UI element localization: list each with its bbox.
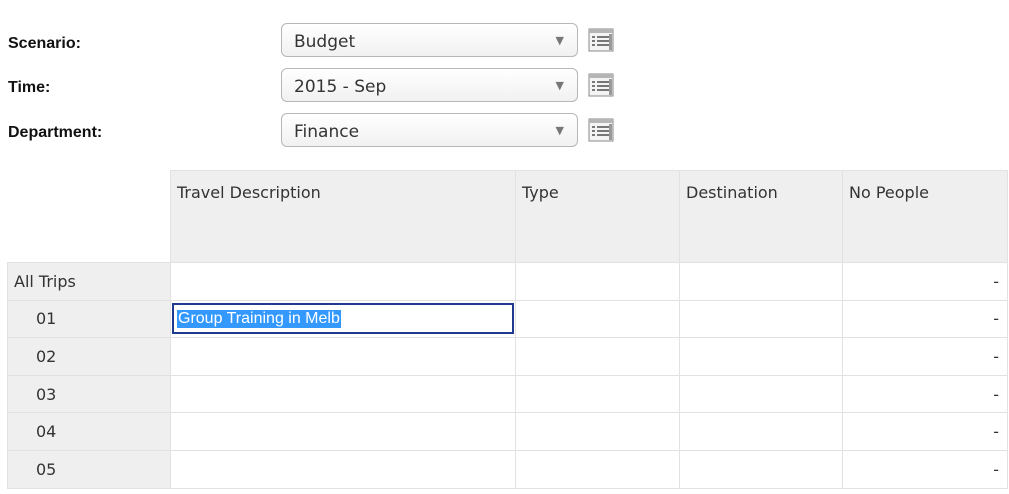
table-row: 05 - — [7, 449, 1008, 489]
selected-text: Group Training in Melb — [177, 310, 341, 329]
grid-list-icon[interactable] — [588, 118, 614, 142]
cell-travel-description[interactable] — [170, 412, 516, 451]
cell-type[interactable] — [515, 262, 680, 301]
cell-type[interactable] — [515, 374, 680, 414]
cell-destination[interactable] — [679, 299, 843, 339]
cell-destination[interactable] — [679, 449, 843, 489]
row-header: 03 — [7, 374, 171, 414]
time-filter: Time: 2015 - Sep ▼ — [0, 68, 640, 108]
row-header: 01 — [7, 299, 171, 339]
row-header: All Trips — [7, 262, 171, 301]
department-filter: Department: Finance ▼ — [0, 113, 640, 153]
cell-type[interactable] — [515, 299, 680, 339]
row-header: 05 — [7, 449, 171, 489]
table-row: 03 - — [7, 374, 1008, 414]
department-label: Department: — [8, 124, 103, 141]
cell-destination[interactable] — [679, 262, 843, 301]
column-header-travel-description[interactable]: Travel Description — [170, 170, 516, 263]
cell-no-people[interactable]: - — [842, 374, 1008, 414]
column-header-destination[interactable]: Destination — [679, 170, 843, 263]
table-header-row: Travel Description Type Destination No P… — [7, 170, 1008, 263]
table-row: 04 - — [7, 412, 1008, 451]
chevron-down-icon: ▼ — [555, 34, 564, 47]
planning-form: Scenario: Budget ▼ Time: 2015 - Sep ▼ De… — [0, 0, 1009, 494]
cell-no-people[interactable]: - — [842, 262, 1008, 301]
time-label: Time: — [8, 79, 51, 96]
grid-list-icon[interactable] — [588, 28, 614, 52]
cell-destination[interactable] — [679, 412, 843, 451]
cell-travel-description[interactable] — [170, 374, 516, 414]
chevron-down-icon: ▼ — [555, 79, 564, 92]
cell-type[interactable] — [515, 449, 680, 489]
grid-list-icon[interactable] — [588, 73, 614, 97]
cell-type[interactable] — [515, 337, 680, 376]
department-value: Finance — [294, 122, 360, 142]
cell-type[interactable] — [515, 412, 680, 451]
cell-no-people[interactable]: - — [842, 449, 1008, 489]
cell-destination[interactable] — [679, 374, 843, 414]
scenario-label: Scenario: — [8, 35, 81, 52]
cell-editor-input[interactable]: Group Training in Melb — [172, 303, 514, 335]
row-header: 04 — [7, 412, 171, 451]
time-select[interactable]: 2015 - Sep ▼ — [281, 68, 578, 102]
column-header-no-people[interactable]: No People — [842, 170, 1008, 263]
table-corner — [7, 170, 171, 263]
table-row: All Trips - — [7, 262, 1008, 301]
department-select[interactable]: Finance ▼ — [281, 113, 578, 147]
chevron-down-icon: ▼ — [555, 124, 564, 137]
row-header: 02 — [7, 337, 171, 376]
travel-table: Travel Description Type Destination No P… — [7, 170, 1008, 489]
cell-destination[interactable] — [679, 337, 843, 376]
column-header-type[interactable]: Type — [515, 170, 680, 263]
cell-travel-description[interactable] — [170, 262, 516, 301]
scenario-value: Budget — [294, 32, 356, 52]
cell-no-people[interactable]: - — [842, 337, 1008, 376]
cell-no-people[interactable]: - — [842, 412, 1008, 451]
table-row: 02 - — [7, 337, 1008, 376]
scenario-select[interactable]: Budget ▼ — [281, 23, 578, 57]
time-value: 2015 - Sep — [294, 77, 387, 97]
table-row: 01 Group Training in Melb - — [7, 299, 1008, 339]
scenario-filter: Scenario: Budget ▼ — [0, 23, 640, 63]
cell-no-people[interactable]: - — [842, 299, 1008, 339]
cell-travel-description[interactable] — [170, 337, 516, 376]
cell-travel-description[interactable]: Group Training in Melb — [170, 299, 516, 339]
cell-travel-description[interactable] — [170, 449, 516, 489]
